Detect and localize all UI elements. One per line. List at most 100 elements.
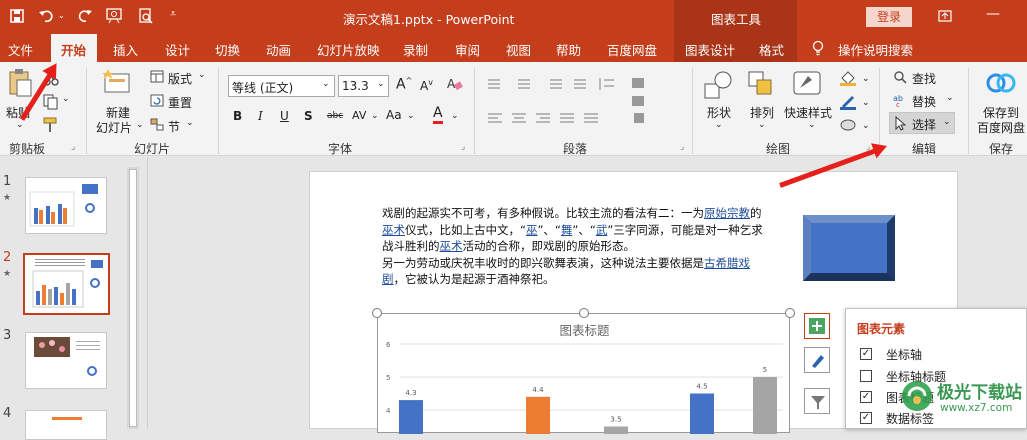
replace-dropdown-icon[interactable]: ⌄ bbox=[946, 93, 954, 103]
data-labels-checkbox[interactable]: ✓ bbox=[860, 412, 872, 424]
layout-dropdown-icon[interactable]: ⌄ bbox=[198, 70, 206, 80]
font-size-dropdown-icon[interactable]: ⌄ bbox=[377, 79, 385, 89]
replace-button[interactable]: 替换 bbox=[912, 93, 936, 110]
undo-icon[interactable] bbox=[38, 8, 54, 24]
increase-font-size-icon[interactable]: A^ bbox=[396, 76, 412, 93]
arrange-dropdown-icon[interactable]: ⌄ bbox=[758, 120, 766, 130]
bold-icon[interactable]: B bbox=[233, 109, 242, 123]
axes-checkbox[interactable]: ✓ bbox=[860, 348, 872, 360]
resize-handle-top[interactable] bbox=[579, 308, 589, 318]
thumbnail-scrollbar[interactable] bbox=[127, 167, 139, 429]
hyperlink[interactable]: 巫 bbox=[526, 223, 538, 237]
tab-chart-design[interactable]: 图表设计 bbox=[685, 40, 735, 59]
find-button[interactable]: 查找 bbox=[912, 70, 936, 87]
new-slide-icon[interactable] bbox=[102, 68, 132, 96]
tab-file[interactable]: 文件 bbox=[8, 40, 33, 59]
section-button[interactable]: 节 bbox=[168, 118, 180, 135]
tab-format[interactable]: 格式 bbox=[759, 40, 784, 59]
clipboard-launcher-icon[interactable]: ⌟ bbox=[71, 142, 75, 152]
tab-animations[interactable]: 动画 bbox=[266, 40, 291, 59]
save-to-baidu-label-2[interactable]: 百度网盘 bbox=[977, 119, 1025, 136]
slide-thumbnail-2-selected[interactable] bbox=[23, 253, 110, 315]
tab-record[interactable]: 录制 bbox=[403, 40, 428, 59]
undo-dropdown-icon[interactable]: ⌄ bbox=[58, 11, 65, 20]
present-from-start-icon[interactable] bbox=[106, 8, 124, 24]
chart-filters-button[interactable] bbox=[804, 388, 830, 414]
tab-baidu-netdisk[interactable]: 百度网盘 bbox=[607, 40, 657, 59]
thumbnail-scrollbar-thumb[interactable] bbox=[129, 169, 137, 427]
shapes-button[interactable]: 形状 bbox=[707, 104, 731, 121]
ribbon-display-options-icon[interactable] bbox=[938, 10, 952, 22]
shape-outline-icon[interactable] bbox=[839, 94, 859, 110]
redo-icon[interactable] bbox=[77, 8, 93, 24]
clear-formatting-icon[interactable]: A bbox=[447, 76, 463, 92]
shape-effects-icon[interactable] bbox=[839, 117, 859, 133]
tab-design[interactable]: 设计 bbox=[165, 40, 190, 59]
section-icon[interactable] bbox=[150, 118, 164, 131]
slide-body-text[interactable]: 戏剧的起源实不可考，有多种假说。比较主流的看法有二：一为原始宗教的巫术仪式，比如… bbox=[382, 205, 772, 288]
italic-icon[interactable]: I bbox=[258, 109, 263, 123]
change-case-dropdown-icon[interactable]: ⌄ bbox=[407, 111, 415, 121]
hyperlink[interactable]: 原始宗教 bbox=[704, 206, 750, 220]
chart-styles-button[interactable] bbox=[804, 347, 830, 373]
reset-icon[interactable] bbox=[150, 94, 164, 107]
arrange-icon[interactable] bbox=[747, 70, 777, 100]
font-launcher-icon[interactable]: ⌟ bbox=[461, 142, 465, 152]
chart-frame[interactable]: 图表标题 6 5 4 4.3 4.4 3.5 4.5 5 bbox=[377, 313, 790, 435]
slide-thumbnail-3[interactable] bbox=[25, 332, 107, 389]
shadow-icon[interactable]: S bbox=[304, 109, 313, 123]
quick-styles-dropdown-icon[interactable]: ⌄ bbox=[808, 120, 816, 130]
paragraph-controls[interactable] bbox=[484, 76, 674, 136]
layout-icon[interactable] bbox=[150, 70, 164, 83]
tab-view[interactable]: 视图 bbox=[506, 40, 531, 59]
font-size-combobox[interactable]: 13.3 ⌄ bbox=[338, 75, 389, 97]
axis-titles-checkbox[interactable] bbox=[860, 370, 872, 382]
tab-slideshow[interactable]: 幻灯片放映 bbox=[317, 40, 380, 59]
shapes-icon[interactable] bbox=[703, 70, 735, 102]
character-spacing-dropdown-icon[interactable]: ⌄ bbox=[371, 111, 379, 121]
chart-bar[interactable] bbox=[753, 377, 777, 434]
tell-me-search[interactable]: 操作说明搜索 bbox=[838, 40, 913, 59]
slide-thumbnail-4[interactable] bbox=[25, 410, 107, 440]
quick-styles-button[interactable]: 快速样式 bbox=[784, 104, 832, 121]
font-name-combobox[interactable]: 等线 (正文) ⌄ bbox=[228, 75, 335, 97]
minimize-icon[interactable]: — bbox=[986, 6, 1000, 22]
shape-effects-dropdown-icon[interactable]: ⌄ bbox=[862, 121, 870, 131]
customize-qat-icon[interactable]: ⩡ bbox=[170, 7, 176, 21]
copy-icon[interactable] bbox=[43, 94, 59, 110]
resize-handle-top-left[interactable] bbox=[372, 308, 382, 318]
strikethrough-icon[interactable]: abc bbox=[327, 111, 343, 121]
shape-fill-icon[interactable] bbox=[839, 70, 859, 86]
section-dropdown-icon[interactable]: ⌄ bbox=[186, 118, 194, 128]
font-color-icon[interactable]: A bbox=[433, 106, 443, 124]
chart-bar[interactable] bbox=[690, 393, 714, 435]
paste-dropdown-icon[interactable]: ⌄ bbox=[16, 120, 24, 130]
hyperlink[interactable]: 武 bbox=[596, 223, 608, 237]
layout-button[interactable]: 版式 bbox=[168, 70, 192, 87]
hyperlink[interactable]: 舞 bbox=[561, 223, 573, 237]
select-button[interactable]: 选择 ⌄ bbox=[889, 112, 955, 134]
shape-fill-dropdown-icon[interactable]: ⌄ bbox=[862, 74, 870, 84]
chart-bar[interactable] bbox=[526, 396, 550, 434]
quick-styles-icon[interactable] bbox=[792, 70, 824, 100]
chart-elements-button[interactable] bbox=[804, 313, 830, 339]
paste-icon[interactable] bbox=[8, 68, 32, 98]
reset-button[interactable]: 重置 bbox=[168, 94, 192, 111]
save-icon[interactable] bbox=[10, 9, 24, 23]
underline-icon[interactable]: U bbox=[280, 109, 289, 123]
format-painter-icon[interactable] bbox=[43, 117, 59, 133]
baidu-netdisk-icon[interactable] bbox=[986, 70, 1016, 96]
find-icon[interactable] bbox=[893, 70, 907, 84]
paragraph-launcher-icon[interactable]: ⌟ bbox=[680, 142, 684, 152]
character-spacing-icon[interactable]: AV bbox=[352, 109, 366, 122]
chart-bar[interactable] bbox=[604, 426, 628, 435]
change-case-icon[interactable]: Aa bbox=[386, 108, 402, 122]
decrease-font-size-icon[interactable]: Av bbox=[420, 78, 433, 93]
resize-handle-top-right[interactable] bbox=[785, 308, 795, 318]
shape-outline-dropdown-icon[interactable]: ⌄ bbox=[862, 98, 870, 108]
copy-dropdown-icon[interactable]: ⌄ bbox=[62, 94, 70, 104]
login-button[interactable]: 登录 bbox=[866, 7, 912, 27]
tab-transitions[interactable]: 切换 bbox=[215, 40, 240, 59]
font-name-dropdown-icon[interactable]: ⌄ bbox=[322, 79, 330, 89]
tab-help[interactable]: 帮助 bbox=[556, 40, 581, 59]
